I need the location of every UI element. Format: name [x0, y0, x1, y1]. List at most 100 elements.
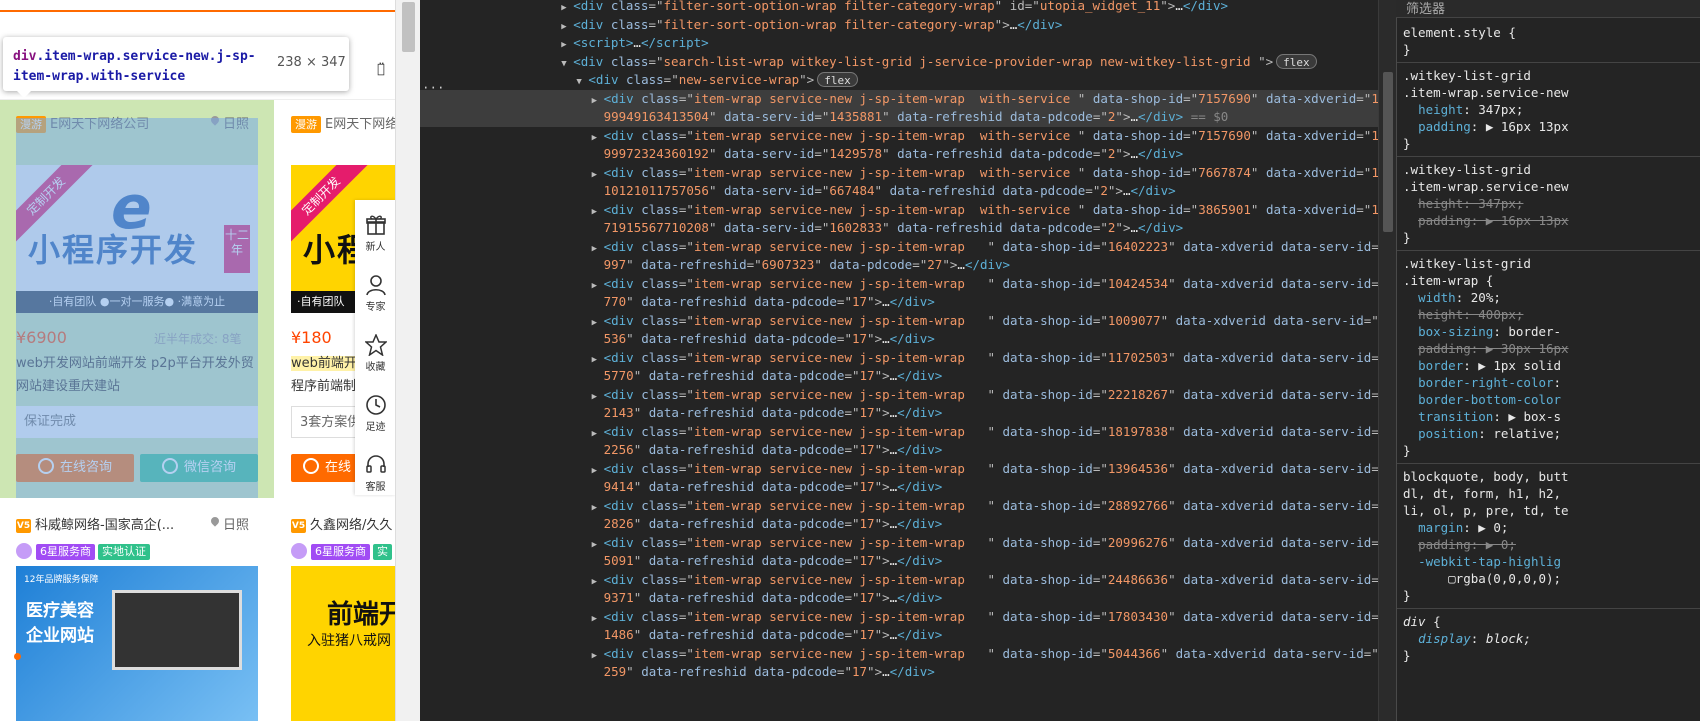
elements-scrollbar[interactable] — [1378, 0, 1396, 721]
style-rule-line[interactable]: border: ▶ 1px solid — [1403, 357, 1700, 374]
service-title[interactable]: web开发网站前端开发 p2p平台开发外贸网站建设重庆建站 — [16, 352, 258, 398]
style-rule-line[interactable]: .item-wrap.service-new — [1403, 84, 1700, 101]
dom-node-line[interactable]: 9371" data-refreshid data-pdcode="17">…<… — [420, 589, 1378, 608]
style-rule-line[interactable]: element.style { — [1403, 24, 1700, 41]
sidebar-item-favorites[interactable]: 收藏 — [355, 320, 395, 376]
sidebar-item-newcomer[interactable]: 新人 — [355, 200, 395, 256]
dom-node-line[interactable]: 10121011757056" data-serv-id="667484" da… — [420, 182, 1378, 201]
dom-node-line[interactable]: 71915567710208" data-serv-id="1602833" d… — [420, 219, 1378, 238]
dom-node-line[interactable]: 99972324360192" data-serv-id="1429578" d… — [420, 145, 1378, 164]
dom-node-line[interactable]: 2143" data-refreshid data-pdcode="17">…<… — [420, 404, 1378, 423]
expand-triangle-icon[interactable]: ▶ — [561, 18, 573, 35]
style-rule-line[interactable]: padding: ▶ 0; — [1403, 536, 1700, 553]
expand-triangle-icon[interactable]: ▶ — [592, 240, 604, 257]
expand-triangle-icon[interactable]: ▶ — [592, 388, 604, 405]
dom-node-line[interactable]: ▼ <div class="new-service-wrap"> flex — [420, 71, 1378, 90]
style-rule-line[interactable]: ▢rgba(0,0,0,0); — [1403, 570, 1700, 587]
company-name[interactable]: 久鑫网络/久久 — [310, 518, 392, 533]
expand-triangle-icon[interactable]: ▶ — [592, 277, 604, 294]
dom-node-line[interactable]: 9414" data-refreshid data-pdcode="17">…<… — [420, 478, 1378, 497]
dom-node-line[interactable]: ▶ <div class="item-wrap service-new j-sp-… — [420, 275, 1378, 294]
service-card[interactable]: V5 科威鲸网络-国家高企(... 日照 6星服务商 实地认证 12年品牌服务保障 … — [0, 500, 274, 721]
dom-node-line[interactable]: 5770" data-refreshid data-pdcode="17">…<… — [420, 367, 1378, 386]
search-bar[interactable] — [0, 0, 395, 12]
style-rule-line[interactable]: box-sizing: border- — [1403, 323, 1700, 340]
dom-node-line[interactable]: ▶ <div class="item-wrap service-new j-sp-… — [420, 201, 1378, 220]
style-rule-line[interactable]: .item-wrap { — [1403, 272, 1700, 289]
style-rule-line[interactable]: width: 20%; — [1403, 289, 1700, 306]
sidebar-item-expert[interactable]: 专家 — [355, 260, 395, 316]
style-rule-line[interactable]: div { — [1403, 613, 1700, 630]
style-rule-line[interactable]: padding: ▶ 16px 13px — [1403, 118, 1700, 135]
style-rule-line[interactable]: } — [1403, 442, 1700, 459]
sidebar-item-history[interactable]: 足迹 — [355, 380, 395, 436]
expand-triangle-icon[interactable]: ▶ — [592, 462, 604, 479]
expand-triangle-icon[interactable]: ▶ — [592, 647, 604, 664]
company-name[interactable]: 科威鲸网络-国家高企(... — [35, 518, 174, 533]
expand-triangle-icon[interactable]: ▶ — [592, 129, 604, 146]
expand-triangle-icon[interactable]: ▶ — [592, 351, 604, 368]
expand-triangle-icon[interactable]: ▶ — [592, 92, 604, 109]
dom-node-line[interactable]: ▶ <div class="item-wrap service-new j-sp-… — [420, 608, 1378, 627]
dom-node-line[interactable]: ▶ <div class="item-wrap service-new j-sp-… — [420, 571, 1378, 590]
collapse-triangle-icon[interactable]: ▼ — [561, 55, 573, 72]
dom-node-line[interactable]: ▶ <div class="item-wrap service-new j-sp-… — [420, 423, 1378, 442]
dom-node-line[interactable]: 259" data-refreshid data-pdcode="17">…</… — [420, 663, 1378, 682]
expand-triangle-icon[interactable]: ▶ — [561, 36, 573, 53]
online-consult-button[interactable]: 在线咨询 — [16, 454, 134, 482]
dom-node-line[interactable]: ▶ <div class="item-wrap service-new j-sp-… — [420, 89, 1378, 109]
expand-triangle-icon[interactable]: ▶ — [592, 314, 604, 331]
sort-option[interactable]: 特̈ — [377, 62, 385, 77]
style-rule-line[interactable]: height: 347px; — [1403, 101, 1700, 118]
dom-node-line[interactable]: ▶ <div class="item-wrap service-new j-sp-… — [420, 127, 1378, 146]
style-rule-line[interactable]: height: 347px; — [1403, 195, 1700, 212]
dom-node-line[interactable]: ▶ <script>…</script> — [420, 34, 1378, 53]
dom-node-line[interactable]: ▶ <div class="item-wrap service-new j-sp-… — [420, 386, 1378, 405]
styles-filter-input[interactable]: 筛选器 — [1396, 0, 1700, 18]
expand-triangle-icon[interactable]: ▶ — [592, 610, 604, 627]
dom-node-line[interactable]: ▶ <div class="item-wrap service-new j-sp-… — [420, 460, 1378, 479]
dom-node-line[interactable]: ▶ <div class="item-wrap service-new j-sp-… — [420, 349, 1378, 368]
service-banner[interactable]: 定制开发 e 小程序开发 十二年 ·自有团队 ●一对一服务● ·满意为止 — [16, 165, 258, 313]
page-scrollbar[interactable] — [395, 0, 420, 721]
style-rule-line[interactable]: border-bottom-color — [1403, 391, 1700, 408]
style-rule-line[interactable]: padding: ▶ 16px 13px — [1403, 212, 1700, 229]
style-rule-line[interactable]: .item-wrap.service-new — [1403, 178, 1700, 195]
style-rule-line[interactable]: height: 400px; — [1403, 306, 1700, 323]
dom-node-line[interactable]: 5091" data-refreshid data-pdcode="17">…<… — [420, 552, 1378, 571]
dom-node-line[interactable]: ▶ <div class="item-wrap service-new j-sp-… — [420, 312, 1378, 331]
style-rule-line[interactable]: -webkit-tap-highlig — [1403, 553, 1700, 570]
expand-triangle-icon[interactable]: ▶ — [561, 0, 573, 16]
style-rule-line[interactable]: transition: ▶ box-s — [1403, 408, 1700, 425]
style-rule-line[interactable]: } — [1403, 135, 1700, 152]
sidebar-item-service[interactable]: 客服 — [355, 440, 395, 496]
expand-triangle-icon[interactable]: ▶ — [592, 536, 604, 553]
dom-node-line[interactable]: ▶ <div class="filter-sort-option-wrap fil… — [420, 0, 1378, 16]
style-rule-line[interactable]: li, ol, p, pre, td, te — [1403, 502, 1700, 519]
dom-node-line[interactable]: ▶ <div class="item-wrap service-new j-sp-… — [420, 238, 1378, 257]
style-rule-line[interactable]: } — [1403, 229, 1700, 246]
style-rule-line[interactable]: } — [1403, 587, 1700, 604]
scrollbar-thumb[interactable] — [1383, 72, 1393, 232]
style-rule-line[interactable]: padding: ▶ 30px 16px — [1403, 340, 1700, 357]
dom-node-line[interactable]: 770" data-refreshid data-pdcode="17">…</… — [420, 293, 1378, 312]
dom-node-line[interactable]: ▶ <div class="item-wrap service-new j-sp-… — [420, 645, 1378, 664]
style-rule-line[interactable]: .witkey-list-grid — [1403, 161, 1700, 178]
style-rule-line[interactable]: } — [1403, 41, 1700, 58]
style-rule-line[interactable]: margin: ▶ 0; — [1403, 519, 1700, 536]
style-rule-line[interactable]: display: block; — [1403, 630, 1700, 647]
style-rule-line[interactable]: blockquote, body, butt — [1403, 468, 1700, 485]
dom-node-line[interactable]: ▼ <div class="search-list-wrap witkey-lis… — [420, 53, 1378, 72]
dom-node-line[interactable]: ▶ <div class="filter-sort-option-wrap fil… — [420, 16, 1378, 35]
expand-triangle-icon[interactable]: ▶ — [592, 166, 604, 183]
service-card[interactable]: V5 久鑫网络/久久 6星服务商实 前端开 入驻猪八戒网 — [275, 500, 395, 721]
dom-node-line[interactable]: 99949163413504" data-serv-id="1435881" d… — [420, 108, 1378, 127]
style-rule-line[interactable]: .witkey-list-grid — [1403, 255, 1700, 272]
collapse-triangle-icon[interactable]: ▼ — [576, 73, 588, 90]
dom-node-line[interactable]: 1486" data-refreshid data-pdcode="17">…<… — [420, 626, 1378, 645]
dom-node-line[interactable]: ▶ <div class="item-wrap service-new j-sp-… — [420, 164, 1378, 183]
style-rule-line[interactable]: dl, dt, form, h1, h2, — [1403, 485, 1700, 502]
dom-node-line[interactable]: 2256" data-refreshid data-pdcode="17">…<… — [420, 441, 1378, 460]
expand-triangle-icon[interactable]: ▶ — [592, 203, 604, 220]
company-name[interactable]: E网天下网络公司 — [50, 117, 149, 132]
